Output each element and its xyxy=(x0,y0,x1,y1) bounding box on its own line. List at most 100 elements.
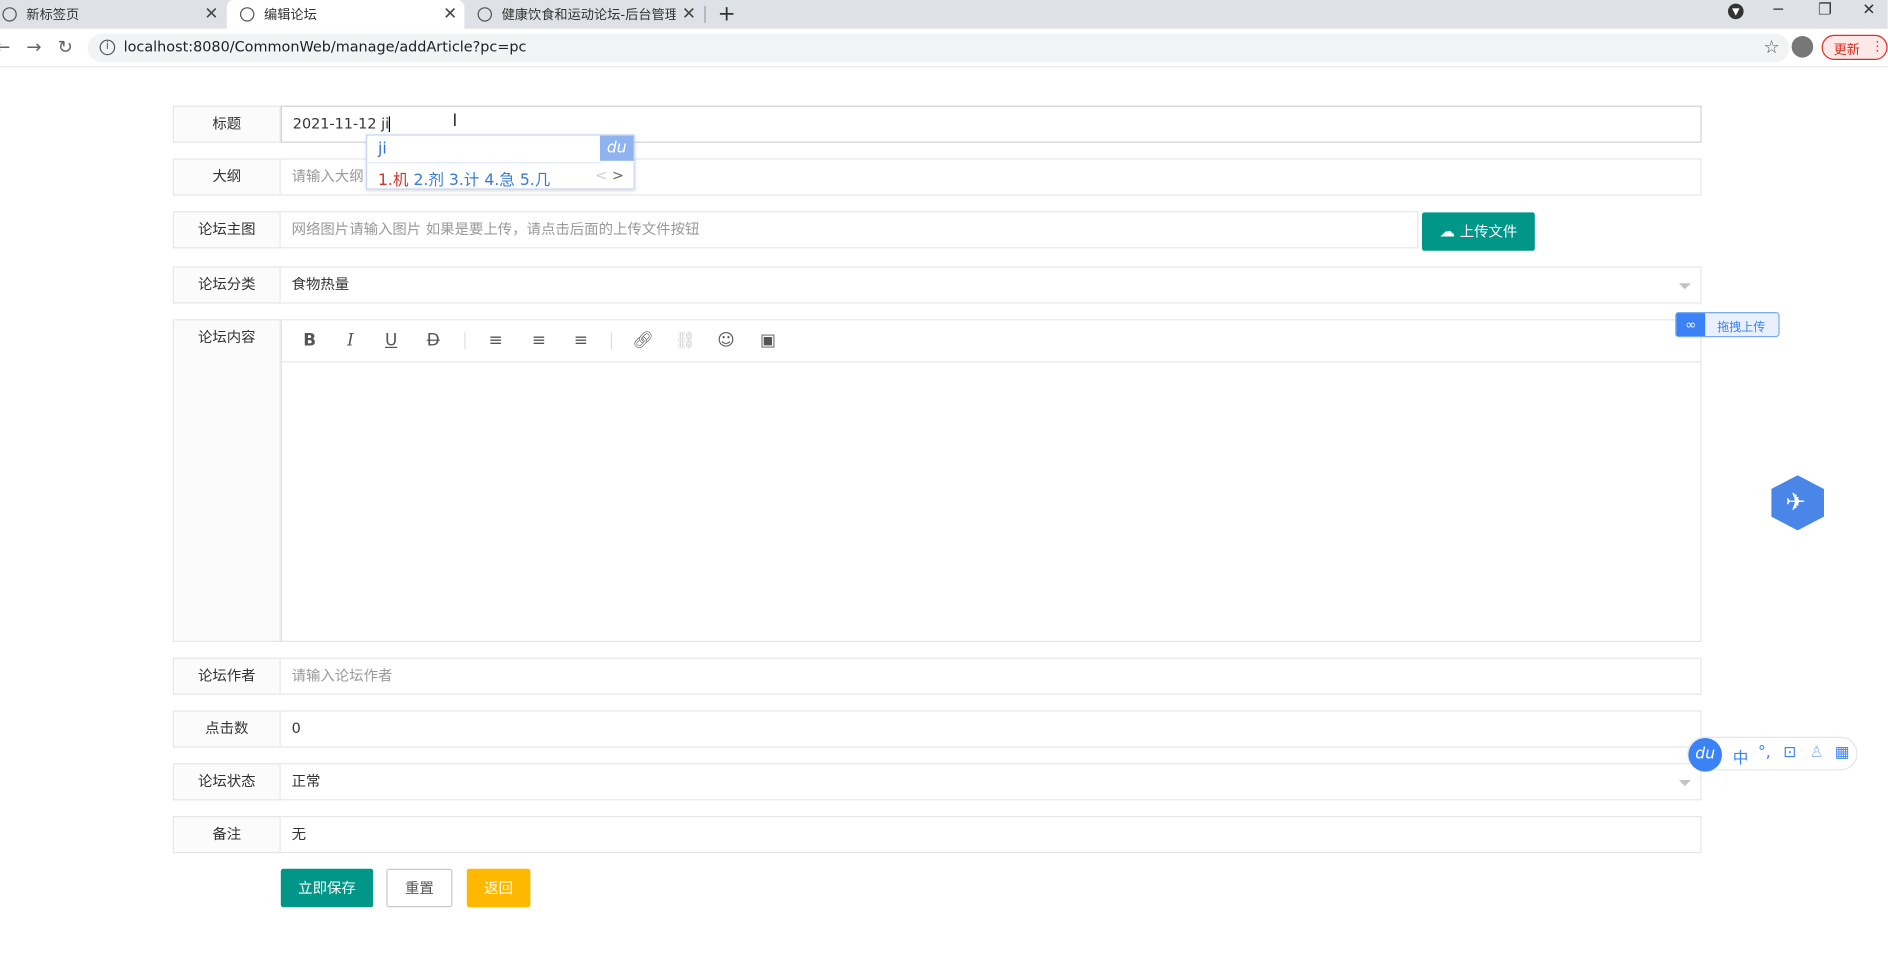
profile-avatar-icon[interactable] xyxy=(1791,36,1814,58)
status-value: 正常 xyxy=(291,772,321,790)
ime-candidate[interactable]: 1.机 xyxy=(378,172,408,190)
status-label: 论坛状态 xyxy=(172,763,281,801)
emoji-icon[interactable]: ☺ xyxy=(715,331,737,350)
update-button[interactable]: 更新 ⋮ xyxy=(1821,34,1888,61)
bookmark-star-icon[interactable]: ☆ xyxy=(1763,36,1779,58)
remark-row: 备注 无 xyxy=(172,816,1702,854)
baidu-cloud-icon: ∞ xyxy=(1676,313,1706,336)
chevron-down-icon xyxy=(1678,283,1691,290)
unlink-icon[interactable]: ⛓︎ xyxy=(674,331,696,350)
clicks-label: 点击数 xyxy=(172,710,281,748)
tab-label: 编辑论坛 xyxy=(264,7,317,23)
globe-icon xyxy=(240,7,255,22)
category-row: 论坛分类 食物热量 xyxy=(172,266,1702,304)
close-tab-icon[interactable]: ✕ xyxy=(682,5,696,24)
image-row: 论坛主图 网络图片请输入图片 如果是要上传，请点击后面的上传文件按钮 xyxy=(172,211,1419,249)
image-input[interactable]: 网络图片请输入图片 如果是要上传，请点击后面的上传文件按钮 xyxy=(280,211,1419,249)
upload-file-button[interactable]: ☁ 上传文件 xyxy=(1422,212,1535,251)
outline-label: 大纲 xyxy=(172,158,281,196)
address-toolbar: ← → ↻ i localhost:8080/CommonWeb/manage/… xyxy=(0,28,1888,68)
site-info-icon[interactable]: i xyxy=(99,39,116,56)
category-label: 论坛分类 xyxy=(172,266,281,304)
tab-search-icon[interactable]: ▼ xyxy=(1728,3,1744,20)
minimize-icon[interactable]: ─ xyxy=(1774,1,1783,19)
tab-admin-system[interactable]: 健康饮食和运动论坛-后台管理系 ✕ xyxy=(466,0,704,29)
forward-icon[interactable]: → xyxy=(26,36,41,58)
ime-candidate-popup: ji du 1.机 2.剂 3.计 4.急 5.几 < > xyxy=(366,134,635,190)
update-label: 更新 xyxy=(1833,42,1861,58)
ime-pinyin: ji xyxy=(378,140,387,159)
align-right-icon[interactable]: ≡ xyxy=(570,331,592,350)
upload-file-label: 上传文件 xyxy=(1459,223,1518,241)
new-tab-icon[interactable]: + xyxy=(718,1,736,26)
underline-icon[interactable]: U xyxy=(380,331,402,350)
author-input[interactable]: 请输入论坛作者 xyxy=(280,657,1702,695)
title-label: 标题 xyxy=(172,105,281,143)
rich-text-editor: B I U D ≡ ≡ ≡ 🔗︎ ⛓︎ ☺ ▣ xyxy=(280,319,1702,642)
ime-page-arrows-icon[interactable]: < > xyxy=(595,167,624,184)
ime-candidate[interactable]: 5.几 xyxy=(520,172,550,190)
punctuation-icon[interactable]: °, xyxy=(1758,744,1771,762)
ime-candidates: 1.机 2.剂 3.计 4.急 5.几 xyxy=(378,167,550,190)
author-label: 论坛作者 xyxy=(172,657,281,695)
align-left-icon[interactable]: ≡ xyxy=(485,331,507,350)
tab-label: 新标签页 xyxy=(26,7,80,23)
ime-mode-label[interactable]: 中 xyxy=(1733,745,1749,768)
remark-input[interactable]: 无 xyxy=(280,816,1702,854)
ime-status-bar[interactable]: du 中 °, ⊡ ♙ ▦ xyxy=(1687,736,1858,772)
baidu-ime-logo: du xyxy=(600,135,634,161)
remark-label: 备注 xyxy=(172,816,281,854)
reload-icon[interactable]: ↻ xyxy=(58,36,73,58)
close-tab-icon[interactable]: ✕ xyxy=(443,5,457,24)
ime-divider xyxy=(367,162,603,164)
globe-icon xyxy=(2,7,17,22)
grid-menu-icon[interactable]: ▦ xyxy=(1835,744,1850,762)
globe-icon xyxy=(477,7,493,22)
drag-upload-label: 拖拽上传 xyxy=(1717,321,1766,335)
floating-assistant-icon[interactable]: ✈ xyxy=(1771,475,1825,531)
close-window-icon[interactable]: ✕ xyxy=(1862,1,1875,19)
ime-candidate[interactable]: 3.计 xyxy=(449,172,479,190)
cloud-upload-icon: ☁ xyxy=(1439,223,1456,242)
address-bar[interactable]: i localhost:8080/CommonWeb/manage/addArt… xyxy=(87,33,1790,63)
bird-icon: ✈ xyxy=(1785,487,1806,516)
link-icon[interactable]: 🔗︎ xyxy=(632,331,654,350)
status-select[interactable]: 正常 xyxy=(280,763,1702,801)
editor-toolbar: B I U D ≡ ≡ ≡ 🔗︎ ⛓︎ ☺ ▣ xyxy=(282,320,1701,363)
close-tab-icon[interactable]: ✕ xyxy=(204,5,218,24)
tab-new-tab[interactable]: 新标签页 ✕ xyxy=(0,0,226,29)
strikethrough-icon[interactable]: D xyxy=(422,331,444,350)
browser-tab-strip: 新标签页 ✕ 编辑论坛 ✕ 健康饮食和运动论坛-后台管理系 ✕ + ▼ ─ ❐ … xyxy=(0,0,1888,29)
category-select[interactable]: 食物热量 xyxy=(280,266,1702,304)
clicks-row: 点击数 0 xyxy=(172,710,1702,748)
editor-body[interactable] xyxy=(282,362,1700,640)
reset-button[interactable]: 重置 xyxy=(386,868,453,908)
user-icon[interactable]: ♙ xyxy=(1810,744,1824,762)
save-button[interactable]: 立即保存 xyxy=(280,868,374,908)
text-cursor-icon: I xyxy=(452,111,458,131)
back-button[interactable]: 返回 xyxy=(466,868,531,908)
toolbar-divider xyxy=(610,332,612,350)
align-center-icon[interactable]: ≡ xyxy=(528,331,550,350)
url-text[interactable]: localhost:8080/CommonWeb/manage/addArtic… xyxy=(124,38,527,55)
text-caret xyxy=(389,116,391,132)
tab-separator xyxy=(704,6,706,23)
ime-candidate[interactable]: 2.剂 xyxy=(413,172,443,190)
ime-candidate[interactable]: 4.急 xyxy=(484,172,514,190)
menu-dots-icon[interactable]: ⋮ xyxy=(1871,38,1884,54)
back-icon[interactable]: ← xyxy=(0,36,10,58)
baidu-ime-logo: du xyxy=(1688,738,1723,772)
bold-icon[interactable]: B xyxy=(299,331,321,350)
image-label: 论坛主图 xyxy=(172,211,281,249)
italic-icon[interactable]: I xyxy=(340,331,362,350)
skin-icon[interactable]: ⊡ xyxy=(1783,744,1796,762)
content-label: 论坛内容 xyxy=(172,319,281,642)
drag-upload-widget[interactable]: ∞ 拖拽上传 xyxy=(1675,312,1780,338)
author-row: 论坛作者 请输入论坛作者 xyxy=(172,657,1702,695)
category-value: 食物热量 xyxy=(291,276,350,293)
tab-edit-forum[interactable]: 编辑论坛 ✕ xyxy=(226,0,465,29)
clicks-input[interactable]: 0 xyxy=(280,710,1702,748)
image-icon[interactable]: ▣ xyxy=(757,331,779,350)
chevron-down-icon xyxy=(1678,780,1691,787)
restore-icon[interactable]: ❐ xyxy=(1818,1,1832,19)
